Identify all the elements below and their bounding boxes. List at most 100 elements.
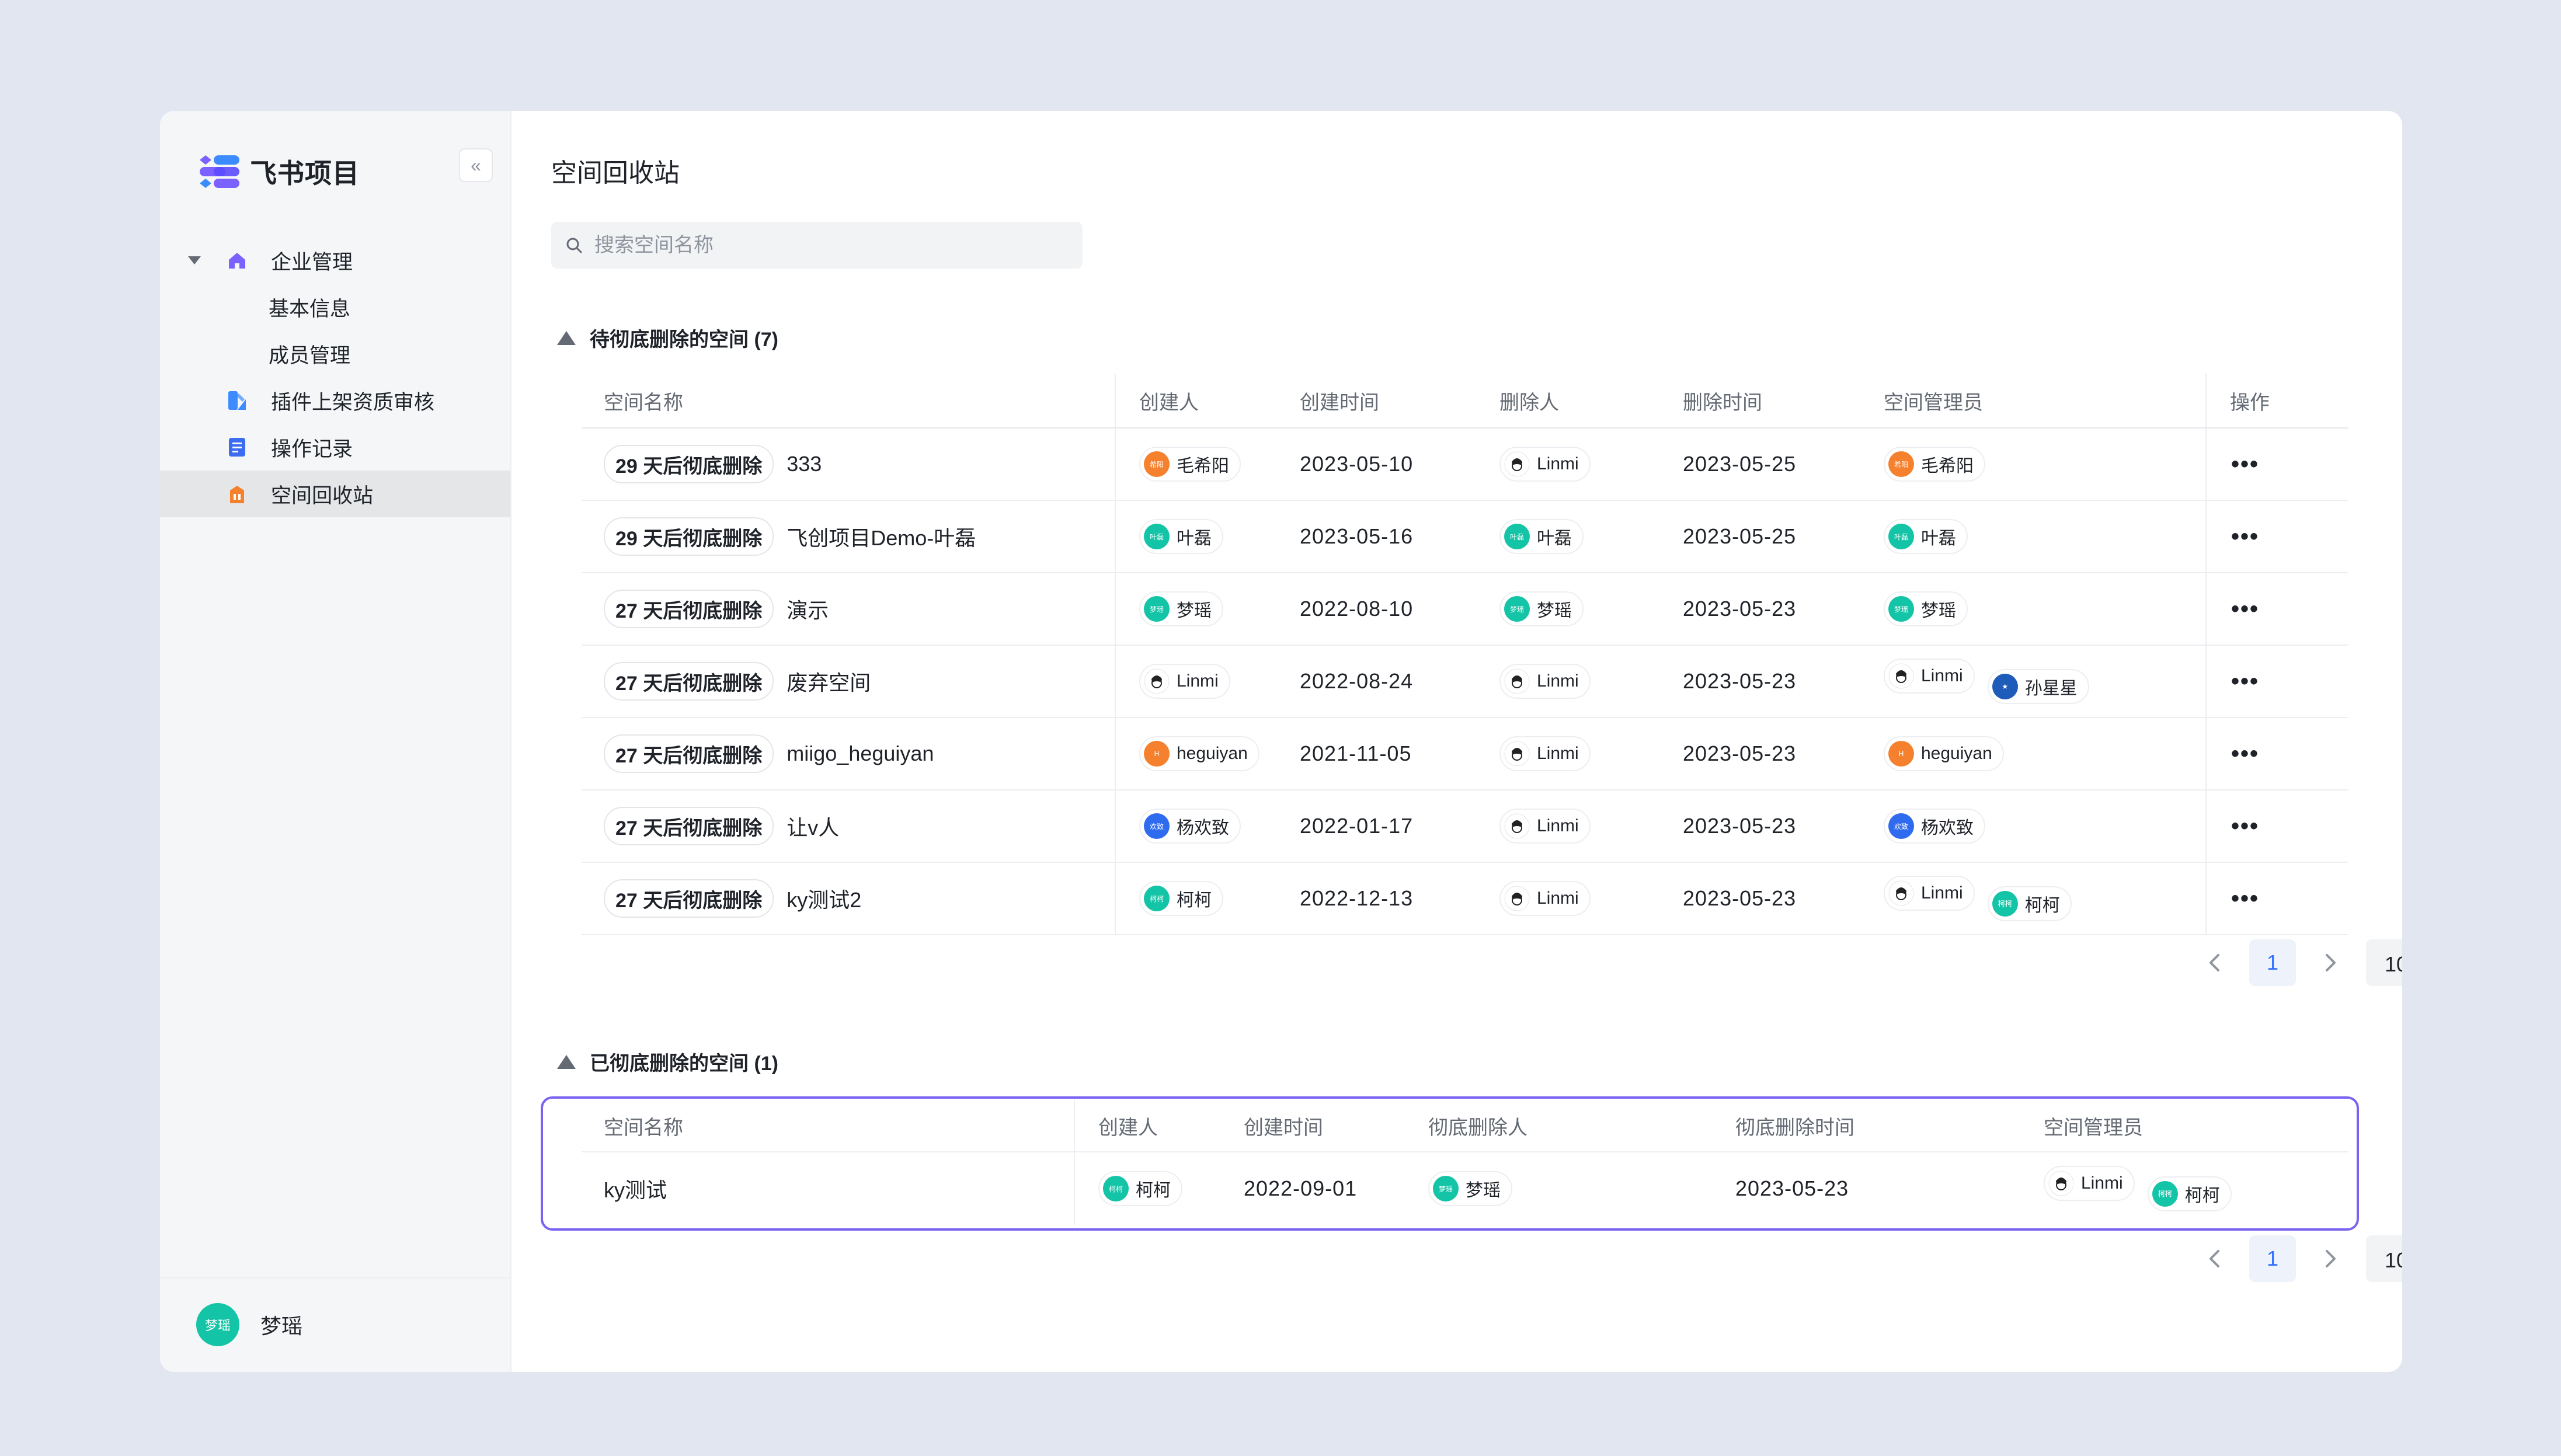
avatar: 叶磊 [1888, 524, 1914, 549]
user-chip[interactable]: 希阳 毛希阳 [1139, 447, 1241, 482]
page-size-value: 10 条/页 [2385, 1248, 2402, 1272]
page-size-select[interactable]: 10 条/页 [2366, 939, 2402, 986]
table-row[interactable]: ky测试 柯柯 柯柯 2022-09-01 梦瑶 梦瑶 2023-05-23 Linmi 柯柯柯… [582, 1151, 2348, 1225]
recycle-bin-icon [227, 483, 248, 504]
table-row[interactable]: 29 天后彻底删除 333 希阳 毛希阳 2023-05-10 Linmi 2023-05-… [582, 427, 2348, 500]
user-chip[interactable]: 梦瑶 梦瑶 [1139, 591, 1223, 626]
next-page-button[interactable] [2315, 946, 2347, 979]
more-actions-icon[interactable]: ••• [2207, 813, 2259, 839]
user-chip[interactable]: 叶磊 叶磊 [1884, 519, 1968, 554]
user-chip[interactable]: 梦瑶 梦瑶 [1499, 591, 1584, 626]
user-chip[interactable]: Linmi [1884, 659, 1975, 694]
page-number-button[interactable]: 1 [2249, 939, 2296, 986]
user-chip[interactable]: 希阳 毛希阳 [1884, 447, 1985, 482]
more-actions-icon[interactable]: ••• [2207, 451, 2259, 477]
more-actions-icon[interactable]: ••• [2207, 524, 2259, 549]
section-title: 待彻底删除的空间 (7) [590, 329, 778, 351]
more-actions-icon[interactable]: ••• [2207, 596, 2259, 622]
space-name-cell: 27 天后彻底删除 让v人 [582, 789, 1116, 862]
user-name: 柯柯 [1177, 891, 1212, 910]
countdown-badge: 27 天后彻底删除 [604, 807, 774, 845]
sidebar-item-recycle-bin[interactable]: 空间回收站 [160, 471, 510, 517]
table-row[interactable]: 27 天后彻底删除 miigo_heguiyan Hheguiyan 2021-11-… [582, 717, 2348, 790]
more-actions-icon[interactable]: ••• [2207, 741, 2259, 767]
user-chip[interactable]: Linmi [1499, 736, 1591, 771]
user-name: 毛希阳 [1177, 457, 1229, 476]
sidebar-item-operation-log[interactable]: 操作记录 [160, 424, 510, 471]
action-cell: ••• [2206, 572, 2348, 645]
app-logo[interactable]: 飞书项目 [197, 151, 360, 193]
user-chip[interactable]: 柯柯 柯柯 [2147, 1176, 2232, 1211]
user-chip[interactable]: 叶磊 叶磊 [1139, 519, 1223, 554]
user-chip[interactable]: Linmi [1499, 808, 1591, 844]
column-header: 空间管理员 [1884, 374, 2207, 429]
sidebar-item-label: 空间回收站 [271, 484, 374, 507]
collapse-sidebar-button[interactable]: « [459, 148, 493, 182]
user-name: Linmi [1537, 671, 1579, 691]
face-avatar-icon [1144, 668, 1170, 694]
chevron-right-icon [2326, 1250, 2336, 1267]
more-actions-icon[interactable]: ••• [2207, 668, 2259, 694]
face-avatar-icon [1504, 740, 1530, 767]
user-name: Linmi [1537, 743, 1579, 763]
user-chip[interactable]: ★ 孙星星 [1987, 669, 2089, 704]
collapse-triangle-icon[interactable] [557, 330, 576, 345]
sidebar-item-label: 操作记录 [271, 437, 353, 461]
current-user[interactable]: 梦瑶 梦瑶 [196, 1303, 302, 1346]
user-name: Linmi [1537, 888, 1579, 908]
table-row[interactable]: 27 天后彻底删除 废弃空间 Linmi 2022-08-24 Linmi 2023-05… [582, 645, 2348, 717]
countdown-badge: 27 天后彻底删除 [604, 662, 774, 701]
search-box[interactable] [551, 222, 1083, 269]
countdown-badge: 27 天后彻底删除 [604, 590, 774, 628]
user-chip[interactable]: 梦瑶 梦瑶 [1428, 1171, 1512, 1206]
pending-section-header[interactable]: 待彻底删除的空间 (7) [557, 323, 778, 352]
user-name: Linmi [1537, 816, 1579, 835]
table-row[interactable]: 27 天后彻底删除 ky测试2 柯柯 柯柯 2022-12-13 Linmi 2023-05… [582, 862, 2348, 935]
admins-cell: 梦瑶 梦瑶 [1884, 572, 2207, 645]
user-chip[interactable]: Linmi [1499, 663, 1591, 699]
app-window: 飞书项目 « 企业管理 基本信息 成员管理 插件上架资质审核 操作记录 空间回收… [160, 111, 2402, 1372]
user-chip[interactable]: Linmi [1499, 446, 1591, 482]
user-name: 杨欢致 [1921, 818, 1974, 838]
caret-down-icon[interactable] [188, 256, 201, 264]
more-actions-icon[interactable]: ••• [2207, 886, 2259, 911]
next-page-button[interactable] [2315, 1242, 2347, 1275]
user-chip[interactable]: Linmi [1884, 876, 1975, 911]
user-chip[interactable]: Linmi [1139, 663, 1230, 699]
created-date: 2022-08-24 [1300, 669, 1414, 693]
user-chip[interactable]: 梦瑶 梦瑶 [1884, 591, 1968, 626]
action-cell: ••• [2206, 862, 2348, 935]
face-avatar-icon [1504, 813, 1530, 839]
space-name: 让v人 [787, 816, 840, 840]
user-name: Linmi [1177, 671, 1219, 691]
search-input[interactable] [593, 233, 1074, 257]
table-row[interactable]: 27 天后彻底删除 让v人 欢致 杨欢致 2022-01-17 Linmi 2023-05-… [582, 789, 2348, 862]
user-chip[interactable]: 欢致 杨欢致 [1139, 809, 1241, 844]
sidebar-item-members[interactable]: 成员管理 [160, 330, 510, 377]
table-row[interactable]: 29 天后彻底删除 飞创项目Demo-叶磊 叶磊 叶磊 2023-05-16 叶磊 叶磊 20… [582, 500, 2348, 573]
page-size-select[interactable]: 10 条/页 [2366, 1235, 2402, 1282]
created-time-cell: 2023-05-10 [1300, 427, 1499, 500]
user-chip[interactable]: 叶磊 叶磊 [1499, 519, 1584, 554]
user-chip[interactable]: Linmi [2044, 1166, 2135, 1201]
deleter-cell: 梦瑶 梦瑶 [1428, 1151, 1735, 1225]
deleted-time-cell: 2023-05-25 [1683, 500, 1884, 573]
collapse-triangle-icon[interactable] [557, 1054, 576, 1069]
user-chip[interactable]: 柯柯 柯柯 [1139, 881, 1223, 916]
user-chip[interactable]: 欢致 杨欢致 [1884, 809, 1985, 844]
created-date: 2022-08-10 [1300, 597, 1414, 621]
user-chip[interactable]: 柯柯 柯柯 [1987, 886, 2072, 921]
sidebar-item-basic-info[interactable]: 基本信息 [160, 284, 510, 330]
sidebar-item-enterprise[interactable]: 企业管理 [160, 237, 510, 284]
user-chip[interactable]: Hheguiyan [1884, 736, 2004, 771]
sidebar-item-plugin-review[interactable]: 插件上架资质审核 [160, 377, 510, 424]
user-chip[interactable]: 柯柯 柯柯 [1098, 1171, 1182, 1206]
user-chip[interactable]: Hheguiyan [1139, 736, 1259, 771]
user-name: Linmi [1921, 666, 1963, 685]
deleted-section-header[interactable]: 已彻底删除的空间 (1) [557, 1047, 778, 1076]
user-chip[interactable]: Linmi [1499, 880, 1591, 916]
prev-page-button[interactable] [2198, 946, 2231, 979]
prev-page-button[interactable] [2198, 1242, 2231, 1275]
table-row[interactable]: 27 天后彻底删除 演示 梦瑶 梦瑶 2022-08-10 梦瑶 梦瑶 2023-05-23 梦… [582, 572, 2348, 645]
page-number-button[interactable]: 1 [2249, 1235, 2296, 1282]
